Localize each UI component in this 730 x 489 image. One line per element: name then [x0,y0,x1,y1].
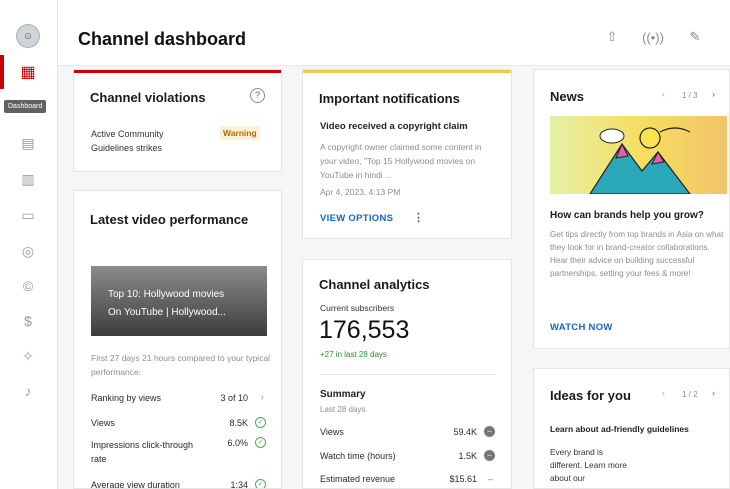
news-prev-icon[interactable]: ‹ [662,89,665,99]
copyright-icon[interactable]: © [17,275,39,297]
page-title: Channel dashboard [78,29,247,49]
metric-label: Ranking by views [91,393,162,403]
card-accent-bar [303,70,511,73]
subscribers-delta: +27 in last 28 days [320,350,387,359]
table-row: Average view duration 1:34 ✓ [91,479,266,489]
trend-neutral-icon: – [484,426,495,437]
news-headline: How can brands help you grow? [550,210,704,221]
idea-heading: Learn about ad-friendly guidelines [550,424,689,434]
view-options-link[interactable]: VIEW OPTIONS [320,213,393,224]
card-title: Latest video performance [90,212,249,227]
metric-value: 6.0% [227,438,248,448]
check-icon: ✓ [255,417,266,428]
mountain-illustration [588,127,692,195]
subscribers-count: 176,553 [319,316,410,344]
table-row: Estimated revenue $15.61 – [320,474,495,484]
metric-value: 3 of 10 [220,393,248,403]
summary-period: Last 28 days [320,405,366,414]
card-title: Ideas for you [550,388,631,403]
trend-neutral-icon: – [484,450,495,461]
check-icon: ✓ [255,437,266,448]
metric-label: Estimated revenue [320,474,396,484]
channel-analytics-card: Channel analytics Current subscribers 17… [302,259,512,489]
summary-title: Summary [320,389,366,400]
divider [320,374,496,375]
earn-icon[interactable]: $ [17,310,39,332]
ideas-pager: 1 / 2 [682,390,698,399]
ideas-next-icon[interactable]: › [712,388,715,398]
edit-icon[interactable]: ✎ [684,26,706,48]
content-icon[interactable]: ▤ [17,132,39,154]
news-next-icon[interactable]: › [712,89,715,99]
news-pager: 1 / 3 [682,91,698,100]
metric-label: Average view duration [91,480,180,489]
notification-heading: Video received a copyright claim [320,121,468,132]
check-icon: ✓ [255,479,266,488]
customization-icon[interactable]: ✧ [17,345,39,367]
card-title: Important notifications [319,91,460,106]
notification-body: A copyright owner claimed some content i… [320,142,482,180]
metric-value: 1.5K [458,451,477,461]
sidebar-active-indicator [0,55,4,89]
help-icon[interactable]: ? [250,88,265,103]
notifications-card: Important notifications Video received a… [302,69,512,239]
channel-violations-card: Channel violations ? Active Community Gu… [73,69,282,172]
card-accent-bar [74,70,281,73]
notification-date: Apr 4, 2023, 4:13 PM [320,187,401,197]
subtitles-icon[interactable]: ◎ [17,240,39,262]
metric-value: 8.5K [229,418,248,428]
metric-label: Impressions click-through rate [91,440,194,464]
news-body: Get tips directly from top brands in Asi… [550,230,724,278]
dashboard-icon[interactable]: ▦ [17,61,39,83]
strikes-label: Active Community Guidelines strikes [91,129,164,153]
card-title: Channel violations [90,90,206,105]
upload-icon[interactable]: ⇧ [601,26,623,48]
metric-label: Watch time (hours) [320,451,396,461]
table-row: Ranking by views 3 of 10 › [91,392,266,403]
table-row: Impressions click-through rate 6.0% ✓ [91,437,266,466]
video-thumbnail[interactable]: Top 10: Hollywood movies On YouTube | Ho… [91,266,267,336]
card-title: News [550,89,584,104]
more-options-icon[interactable]: ⋮ [413,211,424,224]
subscribers-label: Current subscribers [320,303,395,313]
metric-label: Views [320,427,344,437]
news-image[interactable] [550,116,727,195]
ideas-card: Ideas for you ‹ 1 / 2 › Learn about ad-f… [533,368,730,489]
news-card: News ‹ 1 / 3 › How can brands help you g… [533,69,730,349]
live-icon[interactable]: ((•)) [642,26,664,48]
comparison-text: First 27 days 21 hours compared to your … [91,353,271,377]
metric-value: 1:34 [230,480,248,489]
metric-value: 59.4K [453,427,477,437]
sidebar: ☺ ▦ Dashboard ▤ ▥ ▭ ◎ © $ ✧ ♪ [0,0,58,489]
metric-value: $15.61 [449,474,477,484]
audio-library-icon[interactable]: ♪ [17,380,39,402]
card-title: Channel analytics [319,277,430,292]
metric-label: Views [91,418,115,428]
watch-now-link[interactable]: WATCH NOW [550,322,613,333]
status-badge: Warning [220,126,260,140]
chevron-right-icon[interactable]: › [261,392,264,403]
table-row: Views 8.5K ✓ [91,417,266,428]
analytics-icon[interactable]: ▥ [17,168,39,190]
ideas-prev-icon[interactable]: ‹ [662,388,665,398]
dash-icon: – [487,474,493,484]
subscribers-delta-text: +27 in last 28 days [320,350,387,359]
sidebar-tooltip: Dashboard [4,100,47,113]
video-title-line1: Top 10: Hollywood movies [108,289,225,300]
channel-avatar[interactable]: ☺ [16,24,40,48]
comments-icon[interactable]: ▭ [17,204,39,226]
table-row: Views 59.4K – [320,426,495,437]
video-title-line2: On YouTube | Hollywood... [108,307,226,318]
latest-video-card: Latest video performance Top 10: Hollywo… [73,190,282,489]
idea-body: Every brand is different. Learn more abo… [550,447,627,483]
table-row: Watch time (hours) 1.5K – [320,450,495,461]
